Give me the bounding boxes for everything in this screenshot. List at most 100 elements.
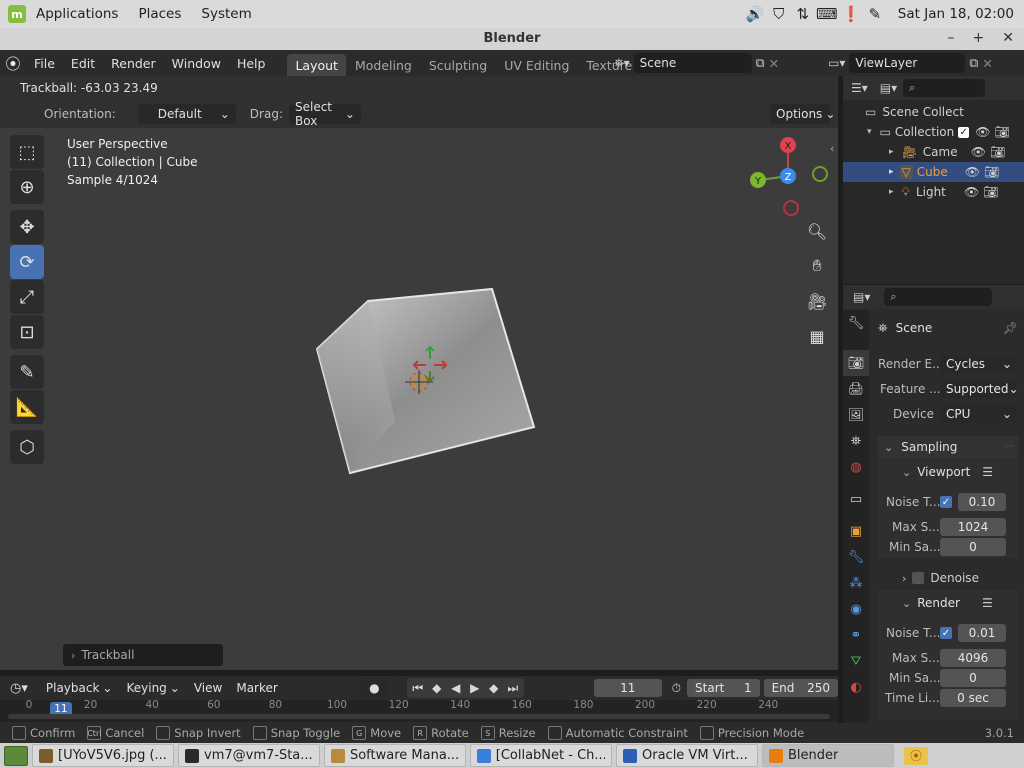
taskbar-task[interactable]: Oracle VM Virt... xyxy=(616,744,758,767)
denoise-subpanel-header[interactable]: › Denoise xyxy=(878,568,1008,588)
add-cube-tool[interactable]: ⬡ xyxy=(10,430,44,464)
window-titlebar[interactable]: Blender – + ✕ xyxy=(0,28,1024,50)
current-frame-field[interactable]: 11 xyxy=(593,679,662,697)
particles-tab-icon[interactable]: ⁂ xyxy=(843,570,869,596)
start-frame-field[interactable]: Start 1 xyxy=(687,679,760,697)
physics-tab-icon[interactable]: ◉ xyxy=(843,596,869,622)
scene-selector-icon[interactable]: ⛯▾ xyxy=(614,56,630,71)
pin-icon[interactable]: 📌︎ xyxy=(1003,321,1018,335)
r-min-samples-field[interactable]: 0 xyxy=(940,669,1006,687)
outliner-row-scene-collection[interactable]: ▭ Scene Collect xyxy=(843,102,1024,122)
viewlayer-selector-icon[interactable]: ▭▾ xyxy=(828,56,845,70)
taskbar-task[interactable]: vm7@vm7-Sta... xyxy=(178,744,320,767)
maximize-icon[interactable]: + xyxy=(973,30,985,46)
menu-help[interactable]: Help xyxy=(229,56,274,71)
render-engine-dropdown[interactable]: Cycles ⌄ xyxy=(940,355,1016,373)
pan-hand-icon[interactable]: ✋︎ xyxy=(804,253,830,279)
r-noise-threshold-field[interactable]: 0.01 xyxy=(958,624,1006,642)
r-noise-threshold-checkbox[interactable]: ✓ xyxy=(940,627,952,639)
visibility-eye-icon[interactable]: 👁︎ xyxy=(965,165,980,179)
orientation-dropdown[interactable]: Default ⌄ xyxy=(137,104,236,124)
pen-icon[interactable]: ✎ xyxy=(866,5,884,23)
render-camera-icon[interactable]: 📷︎ xyxy=(984,165,999,179)
blender-tray-icon[interactable]: ⦿ xyxy=(904,746,928,765)
show-desktop-icon[interactable] xyxy=(4,745,28,766)
close-icon[interactable]: ✕ xyxy=(1002,30,1014,46)
redo-panel[interactable]: › Trackball xyxy=(63,644,223,666)
play-reverse-icon[interactable]: ◀ xyxy=(447,681,465,695)
device-dropdown[interactable]: CPU ⌄ xyxy=(940,405,1016,423)
annotate-tool[interactable]: ✎ xyxy=(10,355,44,389)
menu-window[interactable]: Window xyxy=(164,56,229,71)
end-frame-field[interactable]: End 250 xyxy=(763,679,839,697)
material-tab-icon[interactable]: ◐ xyxy=(843,674,869,700)
camera-view-icon[interactable]: 🎥︎ xyxy=(804,288,830,314)
outliner-row-camera[interactable]: ▸ 🎥︎ Came 👁︎ 📷︎ xyxy=(843,142,1024,162)
clipboard-alert-icon[interactable]: ❗ xyxy=(841,5,860,23)
presets-list-icon[interactable]: ☰ xyxy=(982,465,993,479)
sidebar-toggle-icon[interactable]: ‹ xyxy=(830,142,834,155)
visibility-eye-icon[interactable]: 👁︎ xyxy=(964,185,979,199)
minimize-icon[interactable]: – xyxy=(948,30,955,46)
auto-keying-button[interactable]: ● xyxy=(359,678,389,698)
object-data-tab-icon[interactable]: ⛛ xyxy=(843,648,869,674)
playback-menu[interactable]: Playback ⌄ xyxy=(40,678,119,698)
time-limit-field[interactable]: 0 sec xyxy=(940,689,1006,707)
keying-menu[interactable]: Keying ⌄ xyxy=(120,678,185,698)
select-box-tool[interactable]: ⬚ xyxy=(10,135,44,169)
jump-start-icon[interactable]: ⏮ xyxy=(409,681,427,696)
measure-tool[interactable]: 📐 xyxy=(10,390,44,424)
scene-copy-icon[interactable]: ⧉ xyxy=(756,55,765,71)
outliner-row-collection[interactable]: ▾ ▭ Collection ✓ 👁︎ 📷︎ xyxy=(843,122,1024,142)
mint-menu-icon[interactable]: m xyxy=(8,5,26,23)
object-tab-icon[interactable]: ▣ xyxy=(843,518,869,544)
taskbar-task[interactable]: [CollabNet - Ch... xyxy=(470,744,612,767)
volume-icon[interactable]: 🔊 xyxy=(745,5,764,23)
clock[interactable]: Sat Jan 18, 02:00 xyxy=(898,6,1014,22)
outliner-row-light[interactable]: ▸ 💡︎ Light 👁︎ 📷︎ xyxy=(843,182,1024,202)
options-dropdown[interactable]: Options ⌄ xyxy=(770,104,835,124)
viewlayer-remove-icon[interactable]: ✕ xyxy=(982,56,992,71)
jump-keyframe-forward-icon[interactable]: ◆ xyxy=(485,681,503,695)
render-camera-icon[interactable]: 📷︎ xyxy=(994,125,1009,139)
keyboard-icon[interactable]: ⌨ xyxy=(816,5,838,23)
vp-noise-threshold-checkbox[interactable]: ✓ xyxy=(940,496,952,508)
tab-sculpting[interactable]: Sculpting xyxy=(421,54,495,76)
os-menu-system[interactable]: System xyxy=(191,6,261,22)
tab-layout[interactable]: Layout xyxy=(287,54,346,76)
menu-render[interactable]: Render xyxy=(103,56,164,71)
denoise-checkbox[interactable] xyxy=(912,572,925,584)
gizmo-neg-y-axis[interactable] xyxy=(812,166,828,182)
taskbar-task[interactable]: Blender xyxy=(762,744,894,767)
gizmo-neg-x-axis[interactable] xyxy=(783,200,799,216)
ortho-grid-icon[interactable]: ▦ xyxy=(804,323,830,349)
viewport-3d[interactable]: Trackball: -63.03 23.49 Orientation: Def… xyxy=(0,76,838,670)
outliner-search-input[interactable]: ⌕ xyxy=(903,79,986,97)
collection-tab-icon[interactable]: ▭ xyxy=(843,486,869,512)
viewlayer-copy-icon[interactable]: ⧉ xyxy=(969,55,978,71)
vp-min-samples-field[interactable]: 0 xyxy=(940,538,1006,556)
r-max-samples-field[interactable]: 4096 xyxy=(940,649,1006,667)
render-camera-icon[interactable]: 📷︎ xyxy=(990,145,1005,159)
scene-field[interactable]: Scene xyxy=(633,53,752,73)
view-menu[interactable]: View xyxy=(188,678,228,698)
transform-tool[interactable]: ⊡ xyxy=(10,315,44,349)
shield-icon[interactable]: ⛉ xyxy=(770,5,788,23)
tool-tab-icon[interactable]: 🔧︎ xyxy=(843,310,869,336)
render-camera-icon[interactable]: 📷︎ xyxy=(983,185,998,199)
feature-set-dropdown[interactable]: Supported ⌄ xyxy=(940,380,1019,398)
jump-keyframe-back-icon[interactable]: ◆ xyxy=(428,681,446,695)
zoom-icon[interactable]: 🔍︎ xyxy=(804,218,830,244)
vp-max-samples-field[interactable]: 1024 xyxy=(940,518,1006,536)
move-tool[interactable]: ✥ xyxy=(10,210,44,244)
tab-modeling[interactable]: Modeling xyxy=(347,54,420,76)
output-tab-icon[interactable]: 🖨︎ xyxy=(843,376,869,402)
rendered-cube[interactable] xyxy=(300,281,550,486)
modifier-tab-icon[interactable]: 🔧︎ xyxy=(843,544,869,570)
outliner-row-cube[interactable]: ▸ ▽ Cube 👁︎ 📷︎ xyxy=(843,162,1024,182)
cursor-tool[interactable]: ⊕ xyxy=(10,170,44,204)
outliner-editor-type-icon[interactable]: ☰▾ xyxy=(851,81,868,95)
display-mode-icon[interactable]: ▤▾ xyxy=(880,81,897,95)
render-tab-icon[interactable]: 📷︎ xyxy=(843,350,869,376)
menu-edit[interactable]: Edit xyxy=(63,56,103,71)
